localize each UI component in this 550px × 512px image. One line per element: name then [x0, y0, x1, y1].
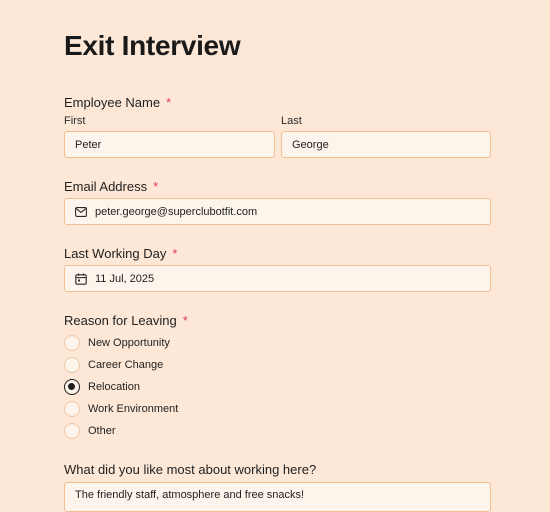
radio-button[interactable]: [64, 357, 80, 373]
last-working-day-label: Last Working Day *: [64, 246, 177, 261]
radio-label: Career Change: [88, 359, 164, 371]
first-name-value: Peter: [75, 138, 102, 151]
radio-option-work-environment[interactable]: Work Environment: [64, 400, 178, 418]
required-asterisk: *: [153, 179, 159, 194]
last-working-day-input[interactable]: 11 Jul, 2025: [64, 265, 491, 292]
first-name-sublabel: First: [64, 115, 86, 127]
radio-button[interactable]: [64, 401, 80, 417]
page-title: Exit Interview: [64, 30, 241, 61]
last-name-sublabel: Last: [281, 115, 302, 127]
first-name-input[interactable]: Peter: [64, 131, 275, 158]
liked-most-value: The friendly staff, atmosphere and free …: [75, 489, 305, 501]
radio-option-relocation[interactable]: Relocation: [64, 378, 140, 396]
email-label: Email Address *: [64, 179, 158, 194]
last-working-day-label-text: Last Working Day: [64, 246, 167, 261]
reason-label: Reason for Leaving *: [64, 313, 188, 328]
radio-label: Work Environment: [88, 403, 179, 415]
required-asterisk: *: [166, 95, 172, 110]
radio-button[interactable]: [64, 423, 80, 439]
radio-label: Other: [88, 425, 116, 437]
radio-option-career-change[interactable]: Career Change: [64, 356, 163, 374]
employee-name-label: Employee Name *: [64, 95, 171, 110]
radio-button[interactable]: [64, 335, 80, 351]
radio-option-other[interactable]: Other: [64, 422, 116, 440]
liked-most-textarea[interactable]: The friendly staff, atmosphere and free …: [64, 482, 491, 512]
email-label-text: Email Address: [64, 179, 148, 194]
radio-label: Relocation: [88, 381, 140, 393]
last-name-input[interactable]: George: [281, 131, 491, 158]
email-value: peter.george@superclubotfit.com: [95, 205, 258, 218]
mail-icon: [75, 206, 87, 218]
calendar-icon: [75, 273, 87, 285]
required-asterisk: *: [172, 246, 178, 261]
liked-most-label: What did you like most about working her…: [64, 462, 317, 477]
email-input[interactable]: peter.george@superclubotfit.com: [64, 198, 491, 225]
radio-button-selected[interactable]: [64, 379, 80, 395]
radio-label: New Opportunity: [88, 337, 170, 349]
radio-option-new-opportunity[interactable]: New Opportunity: [64, 334, 170, 352]
required-asterisk: *: [182, 313, 188, 328]
employee-name-label-text: Employee Name: [64, 95, 161, 110]
reason-label-text: Reason for Leaving: [64, 313, 177, 328]
last-name-value: George: [292, 138, 329, 151]
last-working-day-value: 11 Jul, 2025: [95, 272, 155, 285]
